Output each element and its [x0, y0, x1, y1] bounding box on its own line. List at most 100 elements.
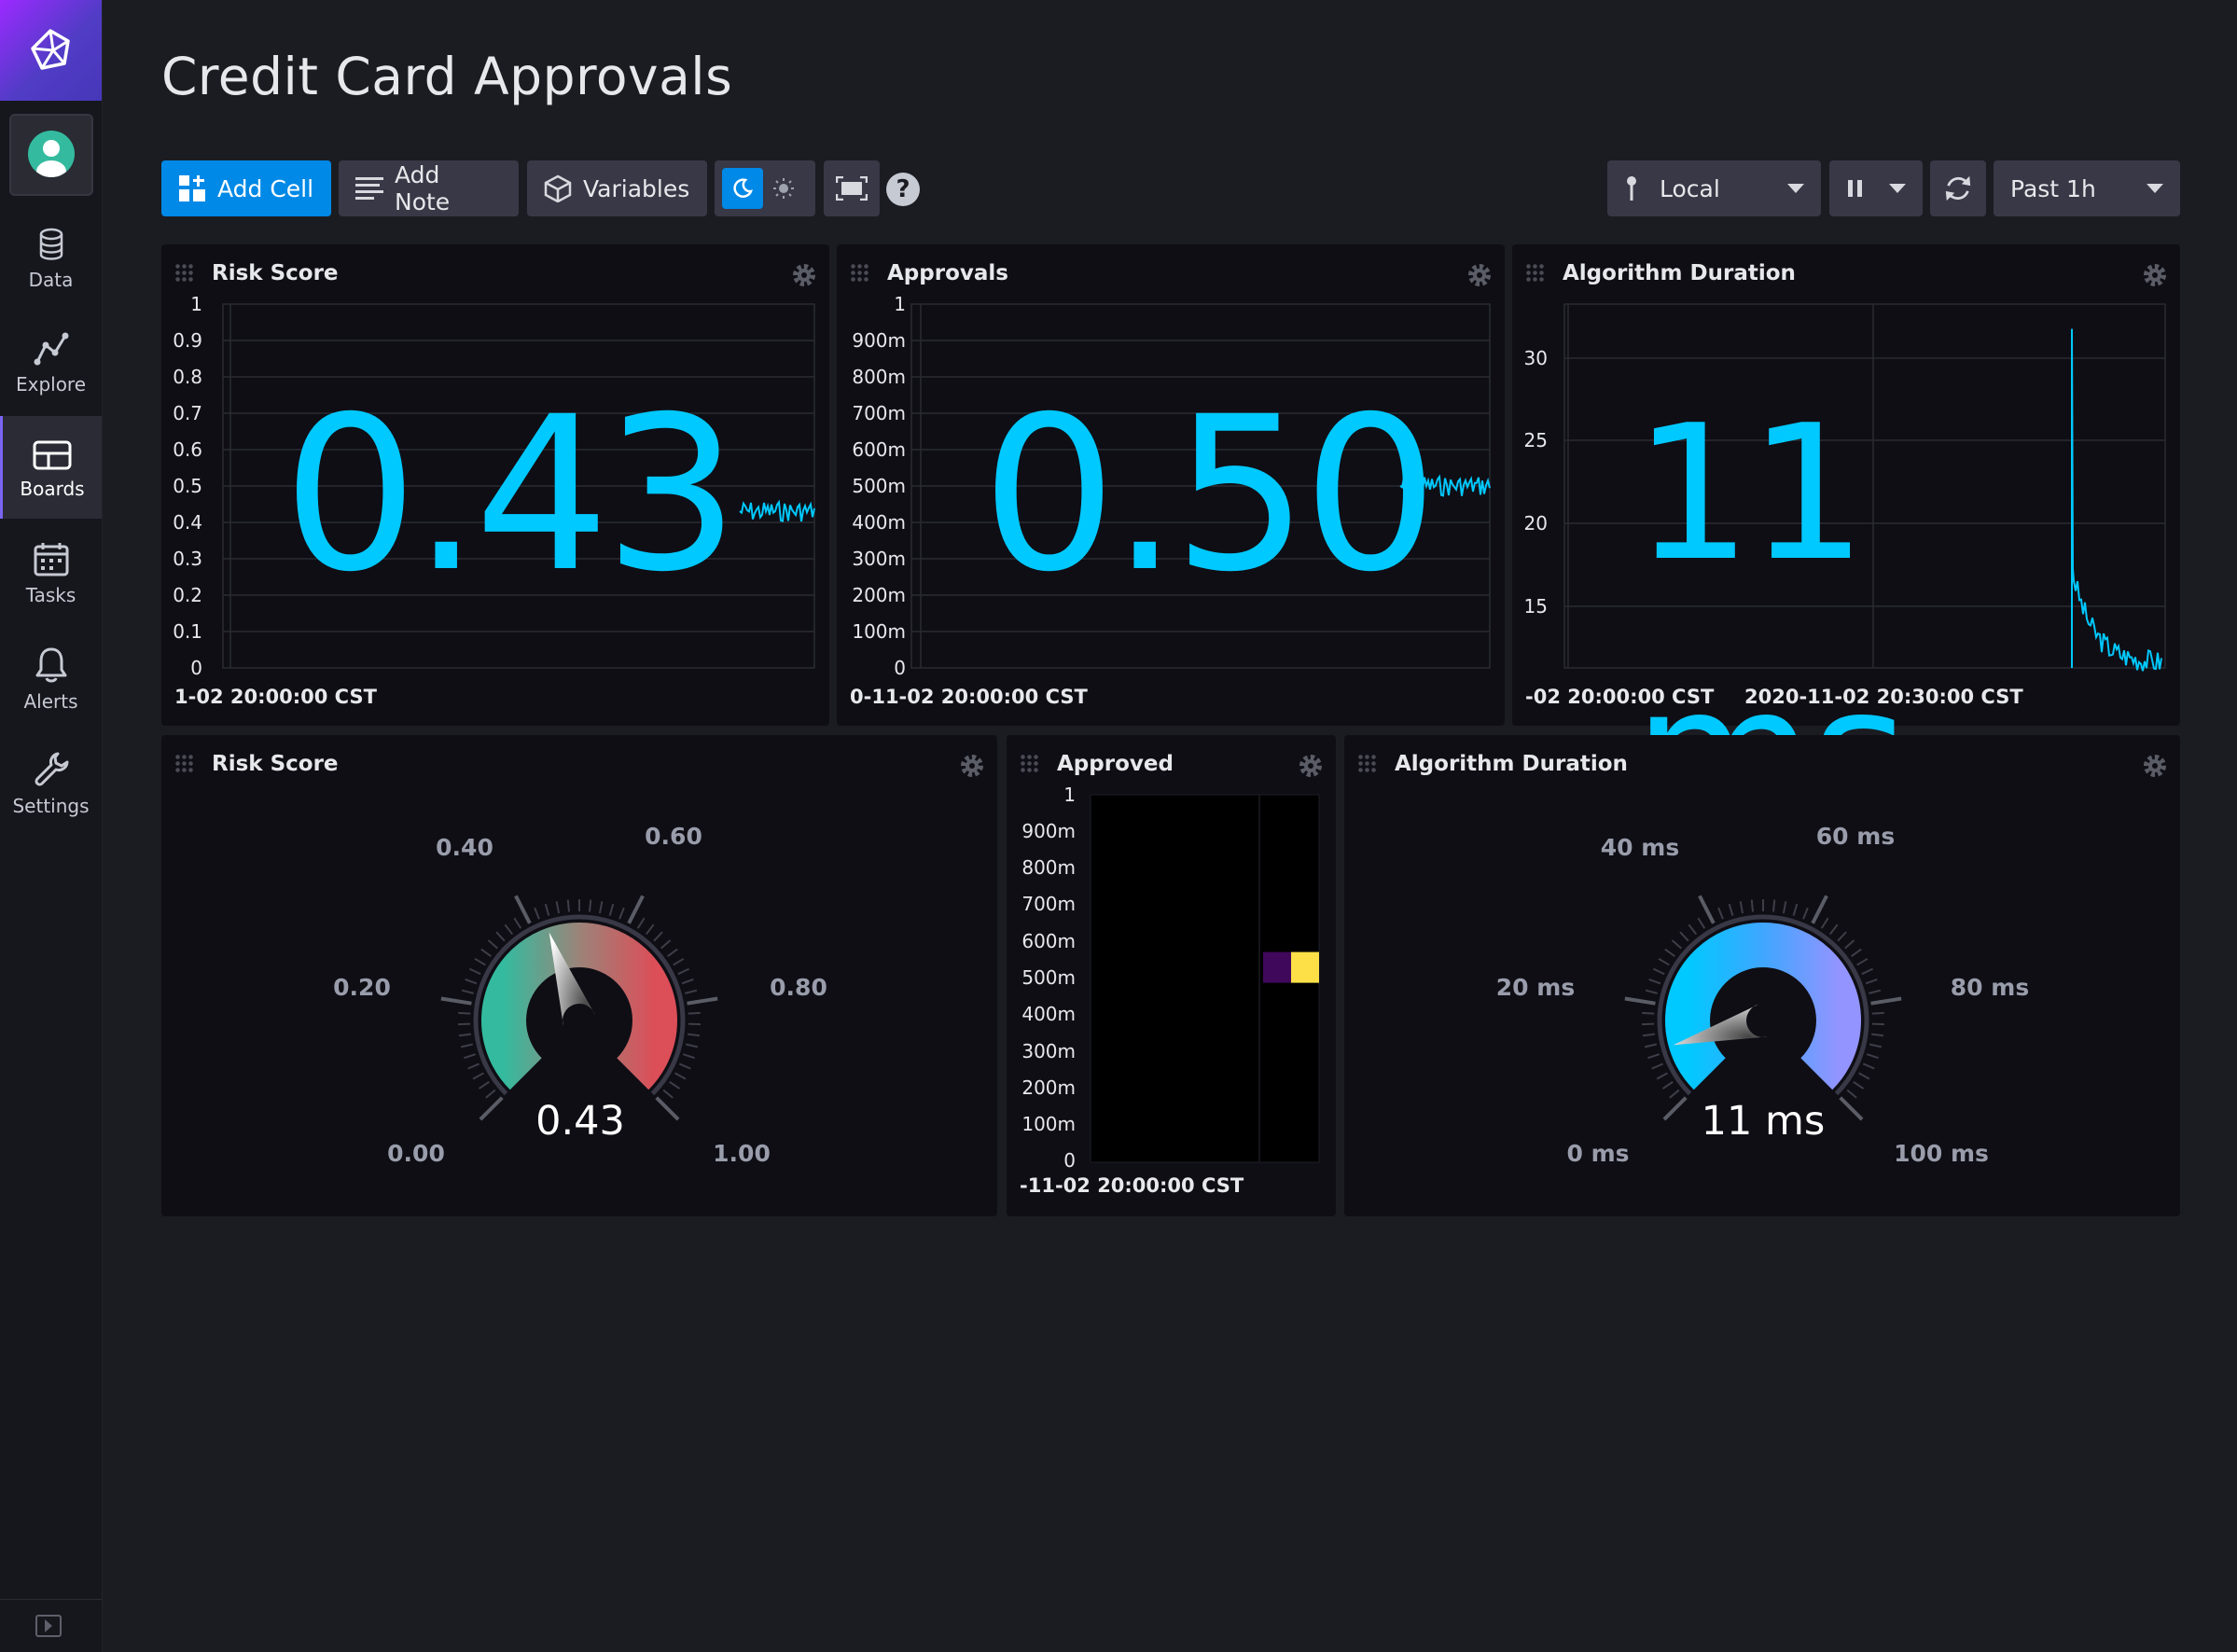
presentation-mode-button[interactable] [824, 160, 880, 216]
gauge-tick [514, 895, 532, 924]
y-tick: 900m [1021, 820, 1076, 842]
dark-mode-button[interactable] [722, 168, 763, 209]
gauge-tick [1839, 1096, 1864, 1121]
gauge-tick [1658, 957, 1670, 966]
gauge-tick [464, 1053, 477, 1060]
y-tick: 400m [1021, 1003, 1076, 1025]
gauge-label: 0.40 [436, 834, 493, 861]
gauge-tick [1652, 967, 1665, 976]
database-icon [39, 228, 63, 260]
nav-item-boards[interactable]: Boards [0, 416, 102, 519]
y-tick: 0.4 [173, 511, 202, 534]
gauge-tick [1664, 948, 1675, 958]
expand-icon [35, 1615, 62, 1637]
cell-risk-score-graph: Risk Score 1 0.9 0.8 0.7 0.6 0.5 0.4 0.3… [161, 244, 829, 726]
y-tick: 0.9 [173, 329, 202, 352]
gauge-tick [1651, 1062, 1664, 1070]
gauge-tick [1661, 1080, 1674, 1090]
y-tick: 20 [1524, 512, 1548, 534]
y-tick: 0 [1063, 1149, 1076, 1172]
nav-item-data[interactable]: Data [0, 228, 102, 330]
gauge-tick [1644, 1043, 1658, 1048]
y-tick: 25 [1524, 429, 1548, 451]
cell-algorithm-duration-graph: Algorithm Duration 30 25 20 15 -02 20:00… [1512, 244, 2180, 864]
gauge-tick [1869, 989, 1882, 994]
gauge-tick [1856, 957, 1869, 966]
timezone-dropdown[interactable]: Local [1607, 160, 1821, 216]
gauge-label: 60 ms [1816, 823, 1895, 850]
y-tick: 0.2 [173, 584, 202, 606]
gauge-tick [1870, 1033, 1884, 1037]
refresh-button[interactable] [1930, 160, 1986, 216]
y-tick: 600m [852, 438, 906, 461]
nav-item-alerts[interactable]: Alerts [0, 646, 102, 748]
variables-label: Variables [583, 174, 690, 202]
gauge-tick [1871, 1011, 1884, 1015]
page-title[interactable]: Credit Card Approvals [161, 47, 732, 106]
x-tick: -11-02 20:00:00 CST [1020, 1174, 1244, 1197]
gauge-tick [1647, 1053, 1660, 1060]
single-stat-value: 0.50 [981, 370, 1438, 618]
gauge-label: 100 ms [1894, 1140, 1989, 1167]
x-tick: 1-02 20:00:00 CST [174, 686, 378, 708]
gauge-tick [1861, 967, 1874, 976]
gauge-tick [660, 939, 672, 950]
gauge-tick [1648, 979, 1661, 985]
y-tick: 0.8 [173, 366, 202, 388]
gauge-label: 1.00 [713, 1140, 771, 1167]
gauge-tick [555, 901, 561, 914]
y-tick: 1 [894, 293, 906, 315]
variables-button[interactable]: Variables [527, 160, 707, 216]
y-tick: 500m [852, 475, 906, 497]
gauge-tick [1662, 1096, 1688, 1121]
cell-risk-score-gauge: Risk Score 0.43 0.00 0.20 0.40 0.60 0.80… [161, 735, 997, 1216]
y-tick: 500m [1021, 966, 1076, 989]
user-avatar[interactable] [9, 114, 93, 196]
gauge-tick [655, 1096, 680, 1121]
gauge-tick [534, 907, 540, 920]
gauge-tick [504, 923, 514, 936]
time-range-dropdown[interactable]: Past 1h [1994, 160, 2180, 216]
nav-item-settings[interactable]: Settings [0, 750, 102, 853]
y-tick: 0.7 [173, 402, 202, 424]
heatmap-cell [1263, 951, 1291, 983]
help-icon[interactable]: ? [886, 173, 920, 206]
influx-logo[interactable] [0, 0, 102, 101]
gauge-tick [1820, 917, 1829, 929]
gauge-tick [1772, 899, 1776, 912]
y-tick: 1 [1063, 784, 1076, 806]
sun-icon [773, 178, 794, 199]
autorefresh-dropdown[interactable] [1829, 160, 1923, 216]
gauge-tick [685, 1043, 699, 1048]
gauge-tick [566, 899, 570, 912]
light-mode-button[interactable] [763, 168, 804, 209]
nav-item-tasks[interactable]: Tasks [0, 541, 102, 644]
gauge-label: 0.20 [333, 974, 391, 1001]
add-cell-button[interactable]: Add Cell [161, 160, 331, 216]
y-tick: 100m [1021, 1113, 1076, 1135]
gauge-tick [487, 939, 498, 950]
y-tick: 700m [1021, 893, 1076, 915]
dashboard-icon [33, 440, 72, 470]
cube-icon [544, 174, 572, 202]
gauge-tick [1679, 931, 1689, 942]
gauge-tick [1811, 895, 1828, 924]
add-note-button[interactable]: Add Note [339, 160, 519, 216]
gauge-tick [1739, 901, 1744, 914]
gauge-tick [458, 1033, 472, 1037]
gauge-tick [465, 979, 478, 985]
y-tick: 30 [1524, 347, 1548, 369]
gauge-tick [1844, 939, 1855, 950]
x-tick: 0-11-02 20:00:00 CST [850, 686, 1089, 708]
nav-collapse-toggle[interactable] [0, 1599, 102, 1652]
calendar-icon [34, 543, 68, 576]
gauge-tick [440, 996, 472, 1006]
time-range-label: Past 1h [2010, 174, 2096, 202]
gauge-tick [495, 931, 506, 942]
nav-label-settings: Settings [12, 795, 90, 817]
gauge-tick [1697, 917, 1706, 929]
chevron-down-icon [1889, 184, 1906, 193]
y-tick: 200m [852, 584, 906, 606]
gauge-tick [1853, 1080, 1865, 1090]
gauge-tick [513, 917, 522, 929]
